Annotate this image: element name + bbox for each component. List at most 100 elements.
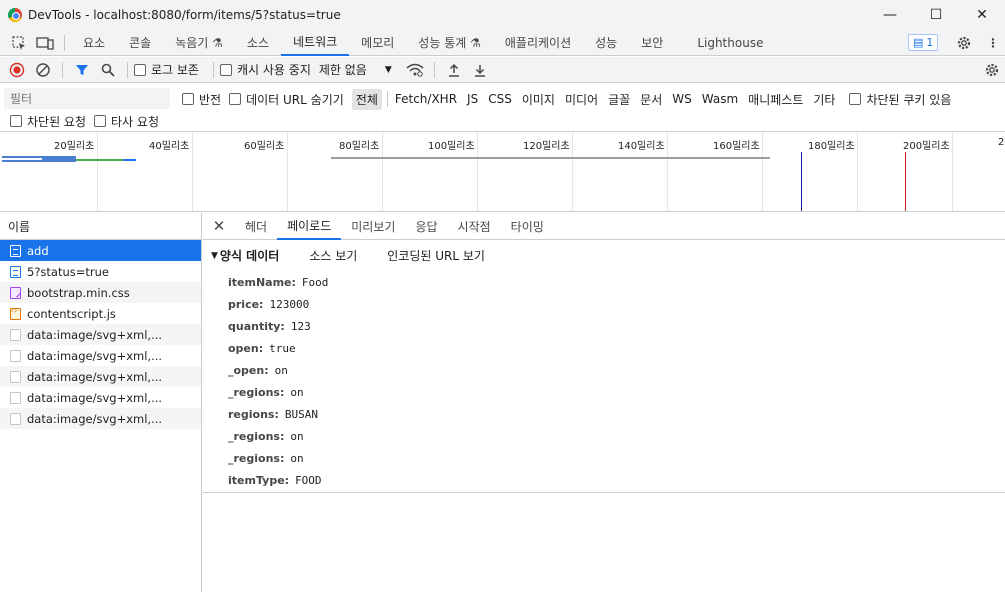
hide-data-urls-checkbox[interactable]: 데이터 URL 숨기기: [229, 91, 344, 108]
checkbox-box[interactable]: [219, 63, 232, 76]
request-row[interactable]: bootstrap.min.css: [0, 282, 201, 303]
close-window-button[interactable]: ✕: [959, 0, 1005, 30]
request-row[interactable]: contentscript.js: [0, 303, 201, 324]
blocked-requests-checkbox[interactable]: 차단된 요청: [10, 113, 86, 130]
tab-elements[interactable]: 요소: [71, 30, 117, 56]
third-party-checkbox[interactable]: 타사 요청: [94, 113, 159, 130]
inspect-element-icon[interactable]: [6, 31, 32, 55]
type-filter-ws[interactable]: WS: [668, 90, 695, 108]
more-options-icon[interactable]: ⋮: [980, 31, 1005, 55]
issues-badge[interactable]: ▤ 1: [908, 34, 939, 51]
maximize-button[interactable]: ☐: [913, 0, 959, 30]
timeline-gridline: [952, 132, 953, 211]
type-filter-image[interactable]: 이미지: [518, 89, 559, 110]
checkbox-box[interactable]: [229, 93, 242, 105]
throttling-select[interactable]: 제한 없음 ▼: [319, 61, 392, 78]
tab-memory[interactable]: 메모리: [349, 30, 406, 56]
request-row[interactable]: data:image/svg+xml,...: [0, 408, 201, 429]
clear-icon[interactable]: [30, 58, 56, 82]
timeline-gridline: [857, 132, 858, 211]
disable-cache-checkbox[interactable]: 캐시 사용 중지: [219, 61, 311, 78]
image-icon: [10, 370, 21, 383]
request-row[interactable]: add: [0, 240, 201, 261]
tab-preview[interactable]: 미리보기: [341, 213, 405, 240]
timeline-bar: [123, 159, 136, 161]
checkbox-box[interactable]: [849, 93, 862, 105]
tab-console[interactable]: 콘솔: [117, 30, 163, 56]
throttling-value: 제한 없음: [318, 63, 367, 77]
type-filter-wasm[interactable]: Wasm: [698, 90, 742, 108]
checkbox-box[interactable]: [10, 115, 22, 127]
request-row[interactable]: data:image/svg+xml,...: [0, 387, 201, 408]
type-filter-media[interactable]: 미디어: [561, 89, 602, 110]
tab-security[interactable]: 보안: [629, 30, 675, 56]
param-value: FOOD: [295, 473, 322, 487]
request-row[interactable]: data:image/svg+xml,...: [0, 366, 201, 387]
tab-response[interactable]: 응답: [405, 213, 447, 240]
param-key: _open:: [228, 363, 269, 377]
detail-tabs: ✕ 헤더 페이로드 미리보기 응답 시작점 타이밍: [203, 213, 1005, 240]
view-source-link[interactable]: 소스 보기: [309, 247, 357, 264]
request-row[interactable]: 5?status=true: [0, 261, 201, 282]
param-value: Food: [301, 275, 329, 289]
form-data-header: ▼ 양식 데이터 소스 보기 인코딩된 URL 보기: [211, 247, 515, 264]
script-icon: [10, 306, 21, 320]
timeline-gridline: [382, 132, 383, 211]
device-toolbar-icon[interactable]: [32, 31, 58, 55]
minimize-button[interactable]: —: [867, 0, 913, 30]
type-filter-all[interactable]: 전체: [351, 88, 382, 110]
checkbox-box[interactable]: [94, 115, 107, 127]
tab-initiator[interactable]: 시작점: [448, 213, 501, 240]
tab-performance[interactable]: 성능: [583, 30, 629, 56]
section-divider: [203, 492, 1005, 493]
type-filter-doc[interactable]: 문서: [636, 89, 666, 110]
tab-sources[interactable]: 소스: [235, 30, 281, 56]
form-param: _regions: on: [228, 425, 328, 447]
request-row[interactable]: data:image/svg+xml,...: [0, 324, 201, 345]
flask-icon: ⚗: [212, 35, 223, 50]
form-param: itemType: FOOD: [228, 469, 328, 491]
tab-recorder[interactable]: 녹음기 ⚗: [163, 30, 235, 56]
tab-payload[interactable]: 페이로드: [277, 213, 342, 240]
type-filter-font[interactable]: 글꼴: [604, 89, 634, 110]
tab-performance-insights[interactable]: 성능 통계 ⚗: [406, 30, 493, 56]
network-conditions-icon[interactable]: [402, 58, 428, 82]
type-filter-manifest[interactable]: 매니페스트: [744, 89, 807, 110]
view-url-encoded-link[interactable]: 인코딩된 URL 보기: [387, 247, 485, 264]
image-icon: [10, 391, 21, 404]
filter-options-row: 반전 데이터 URL 숨기기 전체 Fetch/XHR JS CSS 이미지 미…: [182, 88, 959, 110]
type-filter-other[interactable]: 기타: [809, 89, 839, 110]
record-stop-icon[interactable]: [4, 58, 30, 82]
filter-funnel-icon[interactable]: [69, 58, 95, 82]
tab-lighthouse[interactable]: Lighthouse: [685, 30, 775, 56]
type-filter-css[interactable]: CSS: [484, 90, 516, 108]
invert-checkbox[interactable]: 반전: [182, 91, 221, 108]
checkbox-box[interactable]: [182, 93, 194, 105]
close-detail-icon[interactable]: ✕: [203, 213, 235, 240]
search-icon[interactable]: [95, 58, 121, 82]
tab-headers[interactable]: 헤더: [235, 213, 277, 240]
expand-triangle-icon[interactable]: ▼: [211, 251, 218, 261]
type-filter-fetch-xhr[interactable]: Fetch/XHR: [391, 90, 461, 108]
tab-application[interactable]: 애플리케이션: [493, 30, 583, 56]
form-data-title[interactable]: 양식 데이터: [220, 247, 279, 264]
timeline-overview[interactable]: 20밀리초 40밀리초 60밀리초 80밀리초 100밀리초 120밀리초 14…: [0, 132, 1005, 212]
name-column-header[interactable]: 이름: [0, 213, 201, 240]
network-settings-gear-icon[interactable]: [979, 58, 1005, 82]
param-key: quantity:: [228, 319, 285, 333]
tab-network[interactable]: 네트워크: [281, 30, 350, 56]
window-controls: — ☐ ✕: [867, 0, 1005, 30]
checkbox-box[interactable]: [134, 63, 146, 76]
image-icon: [10, 412, 21, 425]
export-har-icon[interactable]: [467, 58, 493, 82]
preserve-log-checkbox[interactable]: 로그 보존: [134, 61, 199, 78]
blocked-cookies-checkbox[interactable]: 차단된 쿠키 있음: [849, 91, 951, 108]
filter-input[interactable]: [4, 88, 170, 109]
import-har-icon[interactable]: [441, 58, 467, 82]
request-row[interactable]: data:image/svg+xml,...: [0, 345, 201, 366]
type-filter-js[interactable]: JS: [463, 90, 482, 108]
tab-timing[interactable]: 타이밍: [501, 213, 554, 240]
timeline-tick-label: 100밀리초: [428, 141, 475, 152]
settings-gear-icon[interactable]: [951, 31, 977, 55]
disable-cache-label: 캐시 사용 중지: [236, 63, 311, 77]
